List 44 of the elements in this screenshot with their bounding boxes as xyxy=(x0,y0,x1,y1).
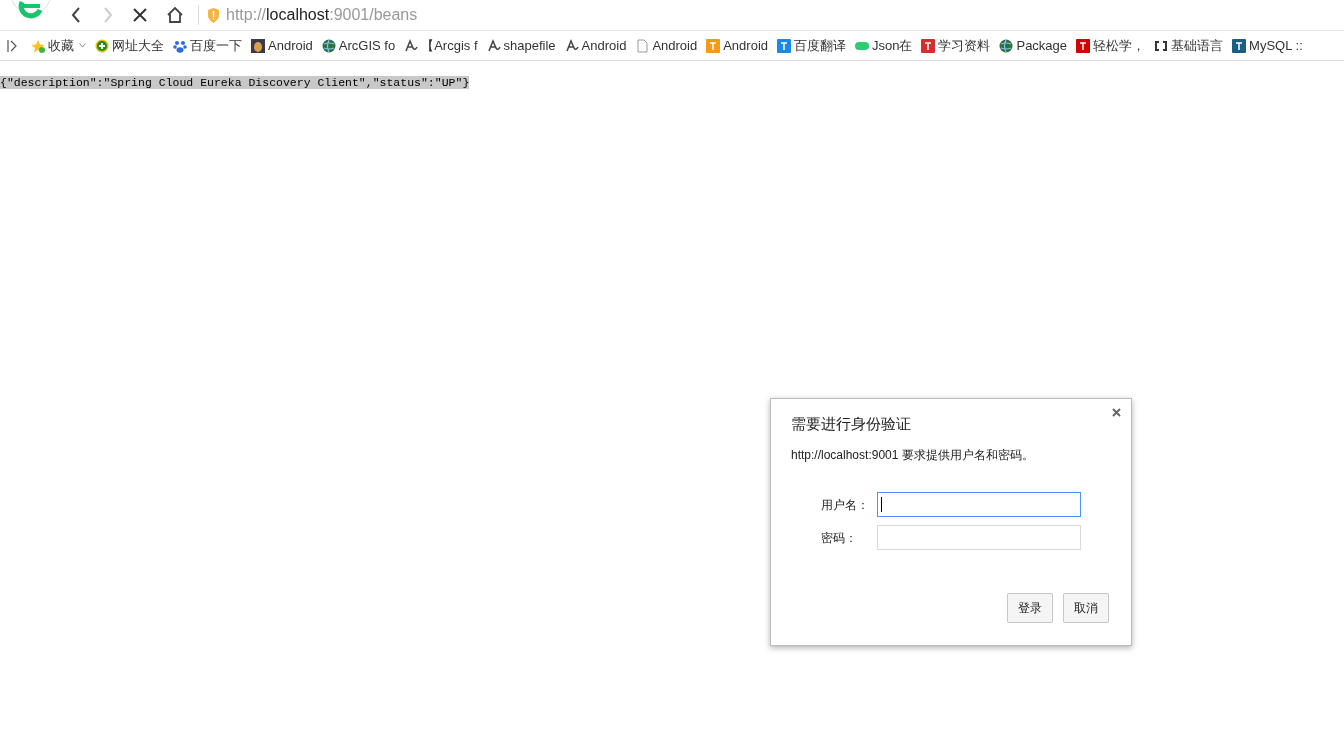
bookmark-link[interactable]: shapefile xyxy=(503,35,556,56)
bookmark-link[interactable]: 轻松学， xyxy=(1093,35,1146,56)
globe-icon xyxy=(321,38,336,53)
json-response-text: {"description":"Spring Cloud Eureka Discovery Client","status":"UP"} xyxy=(0,76,470,89)
bookmark-link[interactable]: Android xyxy=(652,35,698,56)
back-icon[interactable] xyxy=(70,7,82,23)
bookmark-link[interactable]: 网址大全 xyxy=(112,35,164,56)
bookmark-link[interactable]: Android xyxy=(723,35,768,56)
stop-icon[interactable] xyxy=(132,7,148,23)
home-icon[interactable] xyxy=(166,6,184,24)
bookmark-link[interactable]: Package xyxy=(1016,35,1068,56)
globe-icon xyxy=(999,38,1014,53)
script-letter-icon xyxy=(564,38,579,53)
address-bar[interactable]: http://localhost:9001/beans xyxy=(226,3,418,27)
file-icon xyxy=(635,38,650,53)
input-field[interactable] xyxy=(877,492,1081,517)
bookmark-link[interactable]: 收藏 xyxy=(48,35,74,56)
bookmark-link[interactable]: 百度一下 xyxy=(190,35,242,56)
bookmark-link[interactable]: Android xyxy=(268,35,313,56)
bookmark-link[interactable]: Android xyxy=(581,35,627,56)
field-label: 用户名： xyxy=(821,496,870,514)
caret-icon[interactable] xyxy=(79,43,86,48)
dialog-title: 需要进行身份验证 xyxy=(791,414,911,434)
bookmark-link[interactable]: Json在 xyxy=(872,35,913,56)
close-icon[interactable] xyxy=(1112,408,1121,417)
bookmark-link[interactable]: 基础语言 xyxy=(1171,35,1224,56)
paw-icon xyxy=(173,38,187,53)
login-button[interactable]: 登录 xyxy=(1007,593,1053,623)
sidebar-toggle-icon[interactable] xyxy=(7,39,17,52)
bookmark-link[interactable]: MySQL :: xyxy=(1249,35,1303,56)
script-letter-icon xyxy=(404,38,419,53)
dialog-message: http://localhost:9001 要求提供用户名和密码。 xyxy=(791,447,1034,464)
forward-icon[interactable] xyxy=(102,7,114,23)
script-letter-icon xyxy=(486,38,501,53)
bookmark-link[interactable]: ArcGIS fo xyxy=(338,35,396,56)
bookmark-link[interactable]: 学习资料 xyxy=(938,35,991,56)
field-label: 密码： xyxy=(821,529,858,547)
cancel-button[interactable]: 取消 xyxy=(1063,593,1109,623)
shield-icon[interactable] xyxy=(207,7,220,23)
bookmark-link[interactable]: 百度翻译 xyxy=(794,35,846,56)
brackets-icon xyxy=(1154,38,1169,53)
plus-circle-icon xyxy=(95,38,109,53)
bookmark-link[interactable]: 【Arcgis f xyxy=(421,35,478,56)
star-icon xyxy=(31,38,45,53)
